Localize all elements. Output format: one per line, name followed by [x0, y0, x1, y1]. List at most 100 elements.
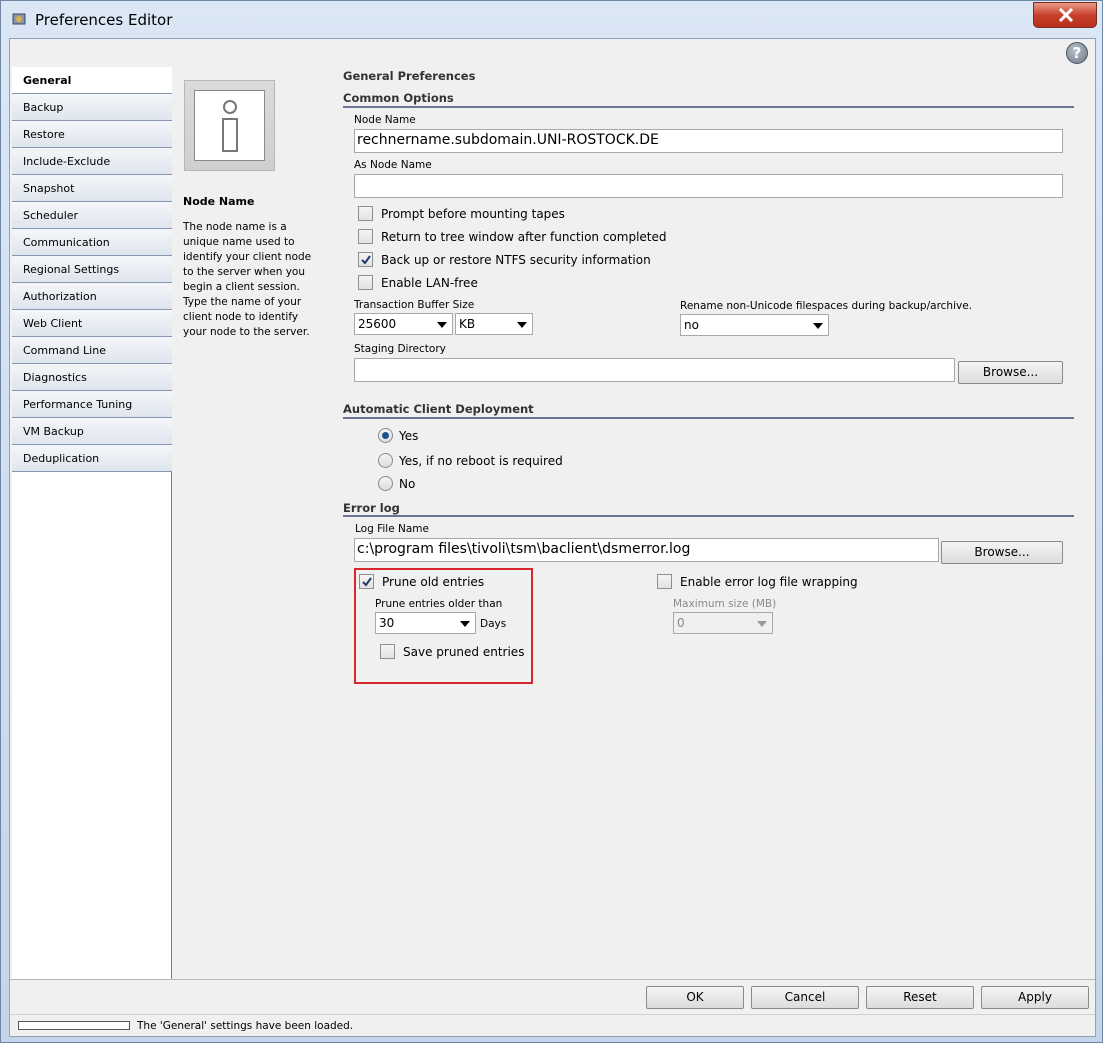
apply-button[interactable]: Apply	[981, 986, 1089, 1009]
node-name-label: Node Name	[354, 114, 416, 126]
log-wrapping-checkbox[interactable]: Enable error log file wrapping	[657, 572, 877, 592]
nav-item-label: Communication	[23, 236, 110, 249]
window-title: Preferences Editor	[35, 11, 173, 29]
close-icon	[1058, 8, 1074, 22]
radio[interactable]	[378, 453, 393, 468]
chevron-down-icon[interactable]	[455, 613, 475, 633]
nav-item-label: VM Backup	[23, 425, 84, 438]
radio-label: Yes	[399, 429, 419, 443]
staging-directory-input[interactable]	[354, 358, 955, 382]
help-icon[interactable]: ?	[1066, 42, 1088, 64]
prune-days-combo[interactable]: 30	[375, 612, 476, 634]
checkbox-label: Enable LAN-free	[381, 276, 478, 290]
progress-bar	[18, 1021, 130, 1030]
nav-item-label: Deduplication	[23, 452, 100, 465]
nav-item-label: Snapshot	[23, 182, 75, 195]
combo-value: 30	[379, 616, 395, 630]
status-bar: The 'General' settings have been loaded.	[10, 1014, 1095, 1036]
prune-entries-checkbox[interactable]: Prune old entries	[359, 572, 519, 592]
deploy-no-radio[interactable]: No	[378, 474, 458, 494]
rename-unicode-combo[interactable]: no	[680, 314, 829, 336]
checkbox[interactable]	[358, 206, 373, 221]
rename-unicode-label: Rename non-Unicode filespaces during bac…	[680, 300, 973, 312]
nav-item-include-exclude[interactable]: Include-Exclude	[12, 148, 172, 175]
nav-item-regional-settings[interactable]: Regional Settings	[12, 256, 172, 283]
nav-item-scheduler[interactable]: Scheduler	[12, 202, 172, 229]
checkbox-checked[interactable]	[358, 252, 373, 267]
log-file-name-input[interactable]: c:\program files\tivoli\tsm\baclient\dsm…	[354, 538, 939, 562]
client-area: ? General Backup Restore Include-Exclude…	[9, 38, 1096, 1037]
combo-value: no	[684, 318, 699, 332]
nav-item-label: Authorization	[23, 290, 97, 303]
deploy-yes-radio[interactable]: Yes	[378, 426, 458, 446]
nav-item-label: Scheduler	[23, 209, 79, 222]
common-options-heading: Common Options	[343, 91, 454, 105]
checkmark-icon	[361, 255, 371, 265]
ntfs-security-checkbox[interactable]: Back up or restore NTFS security informa…	[358, 250, 698, 270]
radio-label: Yes, if no reboot is required	[399, 454, 563, 468]
preferences-editor-window: Preferences Editor ? General Backup Rest…	[0, 0, 1103, 1043]
transaction-buffer-combo[interactable]: 25600	[354, 313, 453, 335]
title-bar[interactable]: Preferences Editor	[1, 1, 1102, 38]
staging-directory-label: Staging Directory	[354, 343, 446, 355]
ok-button[interactable]: OK	[646, 986, 744, 1009]
nav-item-general[interactable]: General	[12, 67, 172, 94]
checkbox-label: Prompt before mounting tapes	[381, 207, 565, 221]
prompt-mount-checkbox[interactable]: Prompt before mounting tapes	[358, 204, 658, 224]
nav-item-snapshot[interactable]: Snapshot	[12, 175, 172, 202]
checkbox[interactable]	[358, 229, 373, 244]
prune-older-label: Prune entries older than	[375, 598, 503, 610]
reset-button[interactable]: Reset	[866, 986, 974, 1009]
log-browse-button[interactable]: Browse...	[941, 541, 1063, 564]
chevron-down-icon[interactable]	[808, 315, 828, 335]
close-button[interactable]	[1033, 2, 1097, 28]
radio[interactable]	[378, 476, 393, 491]
chevron-down-icon	[752, 613, 772, 633]
nav-item-backup[interactable]: Backup	[12, 94, 172, 121]
checkbox[interactable]	[358, 275, 373, 290]
checkbox-checked[interactable]	[359, 574, 374, 589]
checkbox-label: Return to tree window after function com…	[381, 230, 667, 244]
return-tree-checkbox[interactable]: Return to tree window after function com…	[358, 227, 698, 247]
nav-item-label: Performance Tuning	[23, 398, 133, 411]
nav-item-label: Restore	[23, 128, 65, 141]
nav-item-label: Include-Exclude	[23, 155, 111, 168]
checkbox-label: Back up or restore NTFS security informa…	[381, 253, 651, 267]
buffer-unit-combo[interactable]: KB	[455, 313, 533, 335]
nav-item-performance-tuning[interactable]: Performance Tuning	[12, 391, 172, 418]
nav-item-web-client[interactable]: Web Client	[12, 310, 172, 337]
dialog-button-bar: OK Cancel Reset Apply	[10, 979, 1095, 1012]
chevron-down-icon[interactable]	[432, 314, 452, 334]
radio-selected[interactable]	[378, 428, 393, 443]
radio-label: No	[399, 477, 416, 491]
nav-item-label: General	[23, 74, 72, 87]
section-divider	[343, 417, 1074, 419]
nav-item-deduplication[interactable]: Deduplication	[12, 445, 172, 472]
chevron-down-icon[interactable]	[512, 314, 532, 334]
checkbox[interactable]	[657, 574, 672, 589]
nav-item-communication[interactable]: Communication	[12, 229, 172, 256]
nav-item-label: Diagnostics	[23, 371, 87, 384]
nav-item-authorization[interactable]: Authorization	[12, 283, 172, 310]
info-panel: Node Name The node name is a unique name…	[173, 67, 343, 979]
checkbox-label: Enable error log file wrapping	[680, 575, 858, 589]
save-pruned-checkbox[interactable]: Save pruned entries	[380, 642, 530, 662]
staging-browse-button[interactable]: Browse...	[958, 361, 1063, 384]
as-node-name-input[interactable]	[354, 174, 1063, 198]
maximum-size-label: Maximum size (MB)	[673, 598, 777, 610]
nav-item-diagnostics[interactable]: Diagnostics	[12, 364, 172, 391]
nav-item-vm-backup[interactable]: VM Backup	[12, 418, 172, 445]
checkbox[interactable]	[380, 644, 395, 659]
lan-free-checkbox[interactable]: Enable LAN-free	[358, 273, 558, 293]
deploy-no-reboot-radio[interactable]: Yes, if no reboot is required	[378, 451, 598, 471]
nav-item-command-line[interactable]: Command Line	[12, 337, 172, 364]
combo-value: 0	[677, 616, 685, 630]
transaction-buffer-label: Transaction Buffer Size	[354, 299, 475, 311]
node-name-input[interactable]: rechnername.subdomain.UNI-ROSTOCK.DE	[354, 129, 1063, 153]
nav-item-restore[interactable]: Restore	[12, 121, 172, 148]
cancel-button[interactable]: Cancel	[751, 986, 859, 1009]
prune-days-unit: Days	[480, 618, 507, 630]
settings-nav: General Backup Restore Include-Exclude S…	[12, 67, 172, 979]
info-image	[184, 80, 275, 171]
info-title: Node Name	[183, 195, 255, 208]
